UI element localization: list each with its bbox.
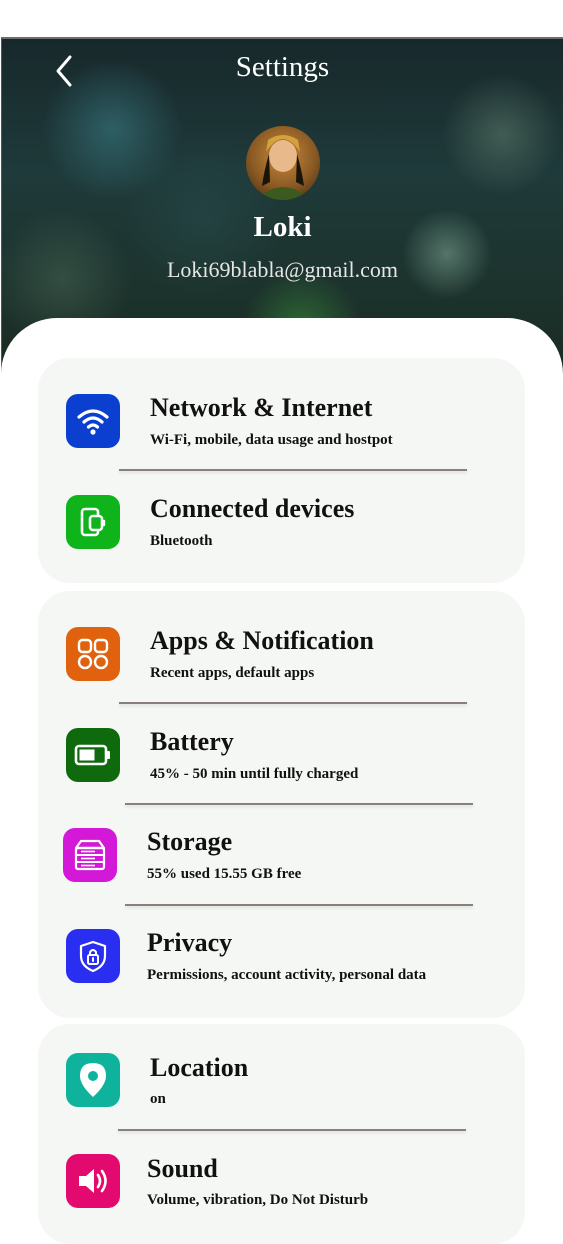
divider bbox=[125, 904, 473, 906]
storage-icon bbox=[74, 839, 106, 871]
battery-icon-box bbox=[66, 728, 120, 782]
user-name: Loki bbox=[253, 211, 312, 243]
battery-icon bbox=[74, 744, 110, 766]
privacy-shield-icon bbox=[79, 940, 107, 973]
item-subtitle: Permissions, account activity, personal … bbox=[147, 967, 427, 983]
item-subtitle: 45% - 50 min until fully charged bbox=[150, 766, 359, 782]
settings-item-connected-devices[interactable]: Connected devices Bluetooth bbox=[38, 489, 525, 559]
settings-item-network[interactable]: Network & Internet Wi-Fi, mobile, data u… bbox=[38, 388, 525, 458]
storage-icon-box bbox=[63, 828, 117, 882]
location-pin-icon bbox=[80, 1063, 106, 1097]
avatar[interactable] bbox=[246, 126, 320, 200]
divider bbox=[119, 469, 467, 471]
sound-icon-box bbox=[66, 1154, 120, 1208]
user-email: Loki69blabla@gmail.com bbox=[166, 257, 399, 282]
speaker-icon bbox=[79, 1169, 107, 1193]
settings-item-storage[interactable]: Storage 55% used 15.55 GB free bbox=[38, 822, 525, 892]
apps-grid-icon bbox=[77, 638, 109, 670]
connected-devices-icon bbox=[80, 507, 106, 537]
item-title: Network & Internet bbox=[150, 393, 373, 422]
item-subtitle: Bluetooth bbox=[150, 533, 213, 549]
divider bbox=[118, 1129, 466, 1131]
avatar-image bbox=[256, 135, 310, 200]
item-title: Location bbox=[150, 1053, 249, 1082]
settings-item-sound[interactable]: Sound Volume, vibration, Do Not Disturb bbox=[38, 1150, 525, 1220]
connected-devices-icon-box bbox=[66, 495, 120, 549]
page-title: Settings bbox=[235, 51, 330, 83]
location-icon-box bbox=[66, 1053, 120, 1107]
network-icon-box bbox=[66, 394, 120, 448]
settings-group-connectivity: Network & Internet Wi-Fi, mobile, data u… bbox=[38, 358, 525, 583]
divider bbox=[119, 702, 467, 704]
settings-item-privacy[interactable]: Privacy Permissions, account activity, p… bbox=[38, 923, 525, 993]
item-subtitle: Volume, vibration, Do Not Disturb bbox=[147, 1192, 369, 1208]
wifi-icon bbox=[77, 409, 109, 435]
apps-icon-box bbox=[66, 627, 120, 681]
privacy-icon-box bbox=[66, 929, 120, 983]
settings-item-apps[interactable]: Apps & Notification Recent apps, default… bbox=[38, 621, 525, 691]
item-title: Connected devices bbox=[150, 494, 355, 523]
item-title: Privacy bbox=[147, 928, 233, 957]
divider bbox=[125, 803, 473, 805]
item-title: Apps & Notification bbox=[150, 626, 374, 655]
item-subtitle: Wi-Fi, mobile, data usage and hostpot bbox=[150, 432, 393, 448]
settings-group-device: Apps & Notification Recent apps, default… bbox=[38, 591, 525, 1018]
settings-group-location-sound: Location on Sound Volume, vibration, Do … bbox=[38, 1024, 525, 1244]
settings-item-battery[interactable]: Battery 45% - 50 min until fully charged bbox=[38, 722, 525, 792]
item-title: Battery bbox=[150, 727, 234, 756]
item-title: Storage bbox=[147, 827, 233, 856]
item-title: Sound bbox=[147, 1154, 218, 1183]
item-subtitle: 55% used 15.55 GB free bbox=[147, 866, 302, 882]
item-subtitle: Recent apps, default apps bbox=[150, 665, 315, 681]
settings-item-location[interactable]: Location on bbox=[38, 1049, 525, 1119]
item-subtitle: on bbox=[150, 1091, 166, 1107]
